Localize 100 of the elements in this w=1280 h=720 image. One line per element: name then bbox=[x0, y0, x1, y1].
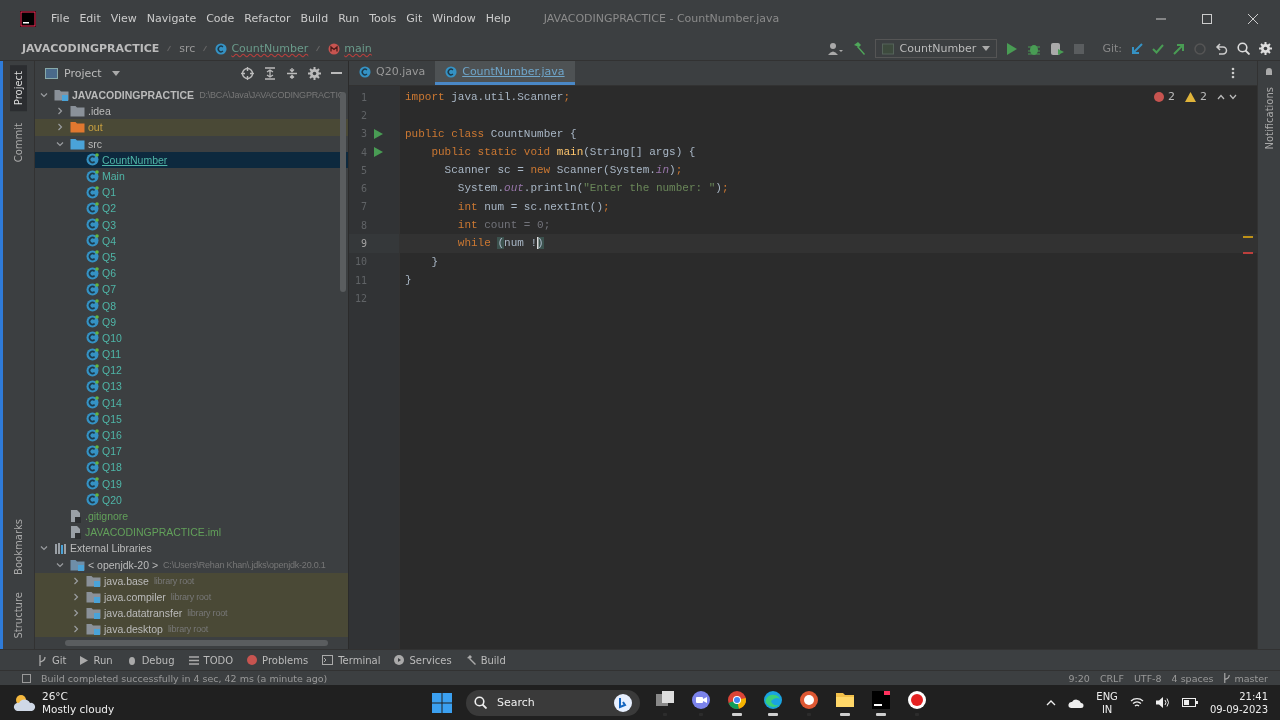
run-configuration-dropdown[interactable]: CountNumber bbox=[874, 39, 998, 58]
chevron-right-icon[interactable] bbox=[56, 123, 64, 132]
tree-item[interactable]: java.datatransfer library root bbox=[35, 605, 348, 622]
tree-item[interactable]: JAVACODINGPRACTICE.iml bbox=[35, 524, 348, 541]
chevron-right-icon[interactable] bbox=[72, 625, 80, 634]
tree-item[interactable]: Q5 bbox=[35, 248, 348, 266]
tree-item[interactable]: .idea bbox=[35, 103, 348, 120]
error-count[interactable]: 2 bbox=[1168, 90, 1175, 103]
chevron-right-icon[interactable] bbox=[72, 592, 80, 601]
menu-item[interactable]: Run bbox=[333, 12, 365, 25]
search-icon[interactable] bbox=[1237, 42, 1250, 55]
tree-item[interactable]: Main bbox=[35, 167, 348, 185]
check-icon[interactable] bbox=[1152, 42, 1164, 55]
tree-item[interactable]: External Libraries bbox=[35, 540, 348, 557]
tree-item[interactable]: Q11 bbox=[35, 346, 348, 363]
chevron-right-icon[interactable] bbox=[72, 576, 80, 585]
chevron-down-icon[interactable] bbox=[56, 139, 64, 148]
tree-item[interactable]: Q6 bbox=[35, 265, 348, 282]
menu-item[interactable]: Window bbox=[427, 12, 481, 25]
file-encoding[interactable]: UTF-8 bbox=[1133, 672, 1162, 684]
tree-item[interactable]: src bbox=[35, 135, 348, 152]
wifi-icon[interactable] bbox=[1129, 697, 1144, 708]
line-separator[interactable]: CRLF bbox=[1099, 672, 1124, 684]
menu-item[interactable]: Help bbox=[480, 12, 516, 25]
tool-window-tab[interactable]: Structure bbox=[10, 586, 27, 645]
editor-tab[interactable]: Q20.java bbox=[349, 61, 436, 85]
bell-icon[interactable] bbox=[1264, 67, 1274, 77]
warning-count[interactable]: 2 bbox=[1200, 90, 1207, 103]
tool-window-tab[interactable]: Run bbox=[80, 654, 113, 666]
settings-icon[interactable] bbox=[1259, 42, 1272, 55]
taskbar-app[interactable] bbox=[798, 689, 820, 716]
collapse-all-icon[interactable] bbox=[286, 67, 298, 80]
menu-item[interactable]: Edit bbox=[74, 12, 106, 25]
chevron-down-icon[interactable] bbox=[56, 560, 64, 569]
breadcrumb[interactable]: src bbox=[179, 42, 196, 55]
tree-item[interactable]: CountNumber bbox=[35, 151, 348, 168]
menu-item[interactable]: Refactor bbox=[239, 12, 296, 25]
run-icon[interactable] bbox=[1006, 42, 1019, 55]
expand-all-icon[interactable] bbox=[264, 67, 276, 80]
taskbar-app[interactable] bbox=[690, 689, 712, 716]
tool-window-tab[interactable]: Debug bbox=[126, 654, 175, 666]
language-indicator[interactable]: ENG IN bbox=[1096, 689, 1118, 716]
tool-window-tab[interactable]: Project bbox=[10, 65, 27, 112]
push-arrow-icon[interactable] bbox=[1173, 42, 1185, 55]
taskbar-app[interactable] bbox=[762, 689, 784, 716]
tool-window-tab[interactable]: Bookmarks bbox=[10, 512, 27, 581]
tree-item[interactable]: .gitignore bbox=[35, 507, 348, 525]
indent-setting[interactable]: 4 spaces bbox=[1171, 672, 1214, 684]
chevron-down-icon[interactable] bbox=[1229, 93, 1237, 100]
tree-item[interactable]: Q14 bbox=[35, 394, 348, 411]
tree-item[interactable]: Q19 bbox=[35, 475, 348, 492]
taskbar-app[interactable] bbox=[726, 689, 748, 716]
tree-item[interactable]: Q15 bbox=[35, 410, 348, 427]
tool-window-tab[interactable]: TODO bbox=[188, 654, 234, 666]
git-branch[interactable]: master bbox=[1223, 672, 1268, 684]
chevron-down-icon[interactable] bbox=[40, 91, 48, 100]
tree-item[interactable]: Q2 bbox=[35, 200, 348, 217]
breadcrumb[interactable]: JAVACODINGPRACTICE bbox=[22, 42, 160, 55]
tool-window-tab[interactable]: Commit bbox=[10, 117, 27, 169]
caret-position[interactable]: 9:20 bbox=[1068, 672, 1090, 684]
taskbar-app[interactable] bbox=[870, 689, 892, 716]
taskbar-app[interactable] bbox=[906, 689, 928, 716]
tree-item[interactable]: Q18 bbox=[35, 459, 348, 476]
search-input[interactable]: Search bbox=[495, 695, 606, 710]
warning-marker[interactable] bbox=[1243, 236, 1253, 238]
menu-item[interactable]: Tools bbox=[364, 12, 402, 25]
taskbar-app[interactable] bbox=[654, 689, 676, 716]
square-icon[interactable] bbox=[22, 673, 31, 683]
breadcrumb[interactable]: main bbox=[344, 42, 372, 55]
tree-item[interactable]: Q17 bbox=[35, 443, 348, 460]
locate-icon[interactable] bbox=[241, 67, 254, 80]
tool-window-tab[interactable]: Build bbox=[465, 654, 506, 666]
chevron-down-icon[interactable] bbox=[40, 544, 48, 553]
update-arrow-icon[interactable] bbox=[1131, 42, 1143, 55]
close-icon[interactable] bbox=[1248, 13, 1258, 24]
tree-item[interactable]: Q4 bbox=[35, 232, 348, 249]
chevron-right-icon[interactable] bbox=[56, 107, 64, 116]
tree-item[interactable]: Q12 bbox=[35, 362, 348, 379]
tree-item[interactable]: Q16 bbox=[35, 426, 348, 444]
undo-icon[interactable] bbox=[1215, 42, 1228, 55]
menu-item[interactable]: Code bbox=[201, 12, 240, 25]
tool-window-tab[interactable]: Notifications bbox=[1260, 81, 1278, 156]
menu-item[interactable]: File bbox=[46, 12, 75, 25]
tool-window-tab[interactable]: Terminal bbox=[322, 654, 381, 666]
menu-item[interactable]: View bbox=[105, 12, 142, 25]
tool-window-tab[interactable]: Git bbox=[38, 654, 67, 666]
chevron-up-icon[interactable] bbox=[1217, 93, 1225, 100]
project-view-dropdown[interactable]: Project bbox=[64, 67, 120, 80]
clock[interactable]: 21:41 09-09-2023 bbox=[1209, 689, 1268, 716]
chevron-right-icon[interactable] bbox=[72, 609, 80, 618]
tree-item[interactable]: Q7 bbox=[35, 281, 348, 298]
coverage-icon[interactable] bbox=[1050, 41, 1065, 56]
menu-item[interactable]: Build bbox=[295, 12, 334, 25]
run-icon[interactable] bbox=[373, 128, 383, 139]
tool-window-tab[interactable]: Services bbox=[394, 654, 452, 666]
tree-item[interactable]: Q8 bbox=[35, 297, 348, 314]
scrollbar[interactable] bbox=[65, 640, 328, 646]
tree-item[interactable]: Q13 bbox=[35, 378, 348, 395]
menu-item[interactable]: Navigate bbox=[141, 12, 202, 25]
breadcrumb[interactable]: CountNumber bbox=[231, 42, 309, 55]
